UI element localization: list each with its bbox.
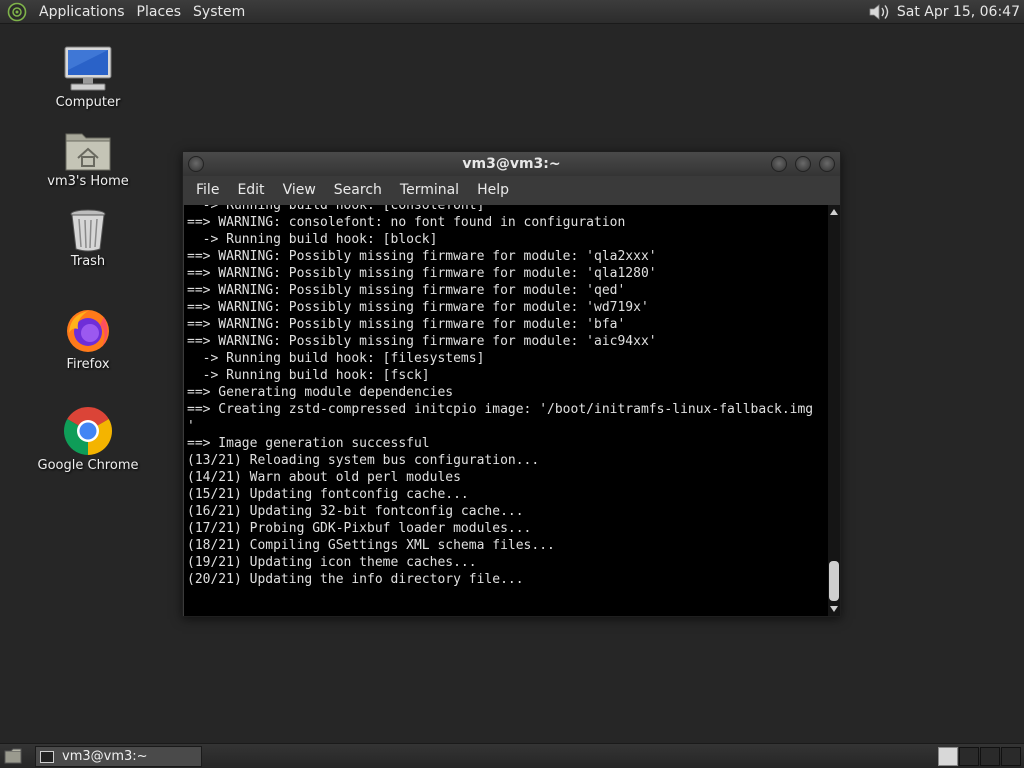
workspace-1[interactable] xyxy=(938,747,958,766)
taskbar-item-label: vm3@vm3:~ xyxy=(62,749,148,764)
terminal-line: ==> WARNING: Possibly missing firmware f… xyxy=(187,317,626,332)
terminal-output[interactable]: -> Running build hook: [consolefont] ==>… xyxy=(184,205,828,616)
terminal-line: ==> WARNING: Possibly missing firmware f… xyxy=(187,249,657,264)
terminal-line: (20/21) Updating the info directory file… xyxy=(187,572,524,587)
scroll-up-arrow-icon[interactable] xyxy=(830,209,838,215)
taskbar-item-terminal[interactable]: vm3@vm3:~ xyxy=(35,746,202,767)
top-panel: Applications Places System Sat Apr 15, 0… xyxy=(0,0,1024,24)
terminal-line: (19/21) Updating icon theme caches... xyxy=(187,555,477,570)
desktop-icon-firefox[interactable]: Firefox xyxy=(33,307,143,372)
terminal-line: (13/21) Reloading system bus configurati… xyxy=(187,453,540,468)
system-menu[interactable]: System xyxy=(187,0,251,24)
desktop-icon-chrome[interactable]: Google Chrome xyxy=(33,406,143,473)
menu-file[interactable]: File xyxy=(187,182,228,198)
volume-icon[interactable] xyxy=(867,2,891,22)
desktop-icon-trash[interactable]: Trash xyxy=(33,208,143,269)
workspace-2[interactable] xyxy=(959,747,979,766)
terminal-line: ==> WARNING: Possibly missing firmware f… xyxy=(187,300,649,315)
bottom-panel: vm3@vm3:~ xyxy=(0,743,1024,768)
desktop-icon-label: Firefox xyxy=(66,357,110,372)
terminal-line: ' xyxy=(187,419,195,434)
distro-logo-icon[interactable] xyxy=(7,2,27,22)
firefox-icon xyxy=(67,310,109,352)
trash-icon xyxy=(70,209,106,252)
terminal-line: ==> WARNING: Possibly missing firmware f… xyxy=(187,334,657,349)
terminal-line: (17/21) Probing GDK-Pixbuf loader module… xyxy=(187,521,532,536)
computer-icon xyxy=(64,46,112,91)
desktop-icon-label: vm3's Home xyxy=(47,174,129,189)
terminal-icon xyxy=(40,750,54,763)
desktop-icon-label: Google Chrome xyxy=(37,458,139,473)
terminal-line: ==> Creating zstd-compressed initcpio im… xyxy=(187,402,814,417)
menu-terminal[interactable]: Terminal xyxy=(391,182,468,198)
terminal-line: ==> WARNING: Possibly missing firmware f… xyxy=(187,283,626,298)
maximize-button[interactable] xyxy=(795,156,811,172)
terminal-line: -> Running build hook: [filesystems] xyxy=(187,351,485,366)
home-folder-icon xyxy=(65,133,111,171)
desktop-icon-label: Trash xyxy=(70,254,106,269)
terminal-line: (18/21) Compiling GSettings XML schema f… xyxy=(187,538,555,553)
close-button[interactable] xyxy=(819,156,835,172)
terminal-line: (15/21) Updating fontconfig cache... xyxy=(187,487,469,502)
terminal-scrollbar[interactable] xyxy=(828,205,840,616)
terminal-line: -> Running build hook: [fsck] xyxy=(187,368,430,383)
terminal-line: (14/21) Warn about old perl modules xyxy=(187,470,461,485)
menu-view[interactable]: View xyxy=(274,182,325,198)
workspace-3[interactable] xyxy=(980,747,1000,766)
terminal-line: -> Running build hook: [block] xyxy=(187,232,438,247)
chrome-icon xyxy=(63,406,113,455)
workspace-4[interactable] xyxy=(1001,747,1021,766)
desktop-icon-home[interactable]: vm3's Home xyxy=(33,128,143,189)
terminal-line: ==> Image generation successful xyxy=(187,436,430,451)
show-desktop-icon[interactable] xyxy=(4,748,22,764)
terminal-window[interactable]: vm3@vm3:~ File Edit View Search Terminal… xyxy=(182,151,841,617)
terminal-line: (16/21) Updating 32-bit fontconfig cache… xyxy=(187,504,524,519)
window-menu-button[interactable] xyxy=(188,156,204,172)
menu-help[interactable]: Help xyxy=(468,182,518,198)
applications-menu[interactable]: Applications xyxy=(33,0,131,24)
terminal-line: -> Running build hook: [consolefont] xyxy=(187,205,485,213)
terminal-line: ==> Generating module dependencies xyxy=(187,385,454,400)
scroll-down-arrow-icon[interactable] xyxy=(830,606,838,612)
terminal-line: ==> WARNING: consolefont: no font found … xyxy=(187,215,626,230)
window-titlebar[interactable]: vm3@vm3:~ xyxy=(183,152,840,176)
clock[interactable]: Sat Apr 15, 06:47 xyxy=(897,4,1024,20)
minimize-button[interactable] xyxy=(771,156,787,172)
window-title: vm3@vm3:~ xyxy=(462,156,561,172)
desktop-icon-label: Computer xyxy=(55,95,121,110)
terminal-menubar: File Edit View Search Terminal Help xyxy=(183,176,840,204)
places-menu[interactable]: Places xyxy=(131,0,188,24)
menu-search[interactable]: Search xyxy=(325,182,391,198)
desktop-icon-computer[interactable]: Computer xyxy=(33,45,143,110)
scrollbar-thumb[interactable] xyxy=(829,561,839,601)
menu-edit[interactable]: Edit xyxy=(228,182,273,198)
terminal-line: ==> WARNING: Possibly missing firmware f… xyxy=(187,266,657,281)
